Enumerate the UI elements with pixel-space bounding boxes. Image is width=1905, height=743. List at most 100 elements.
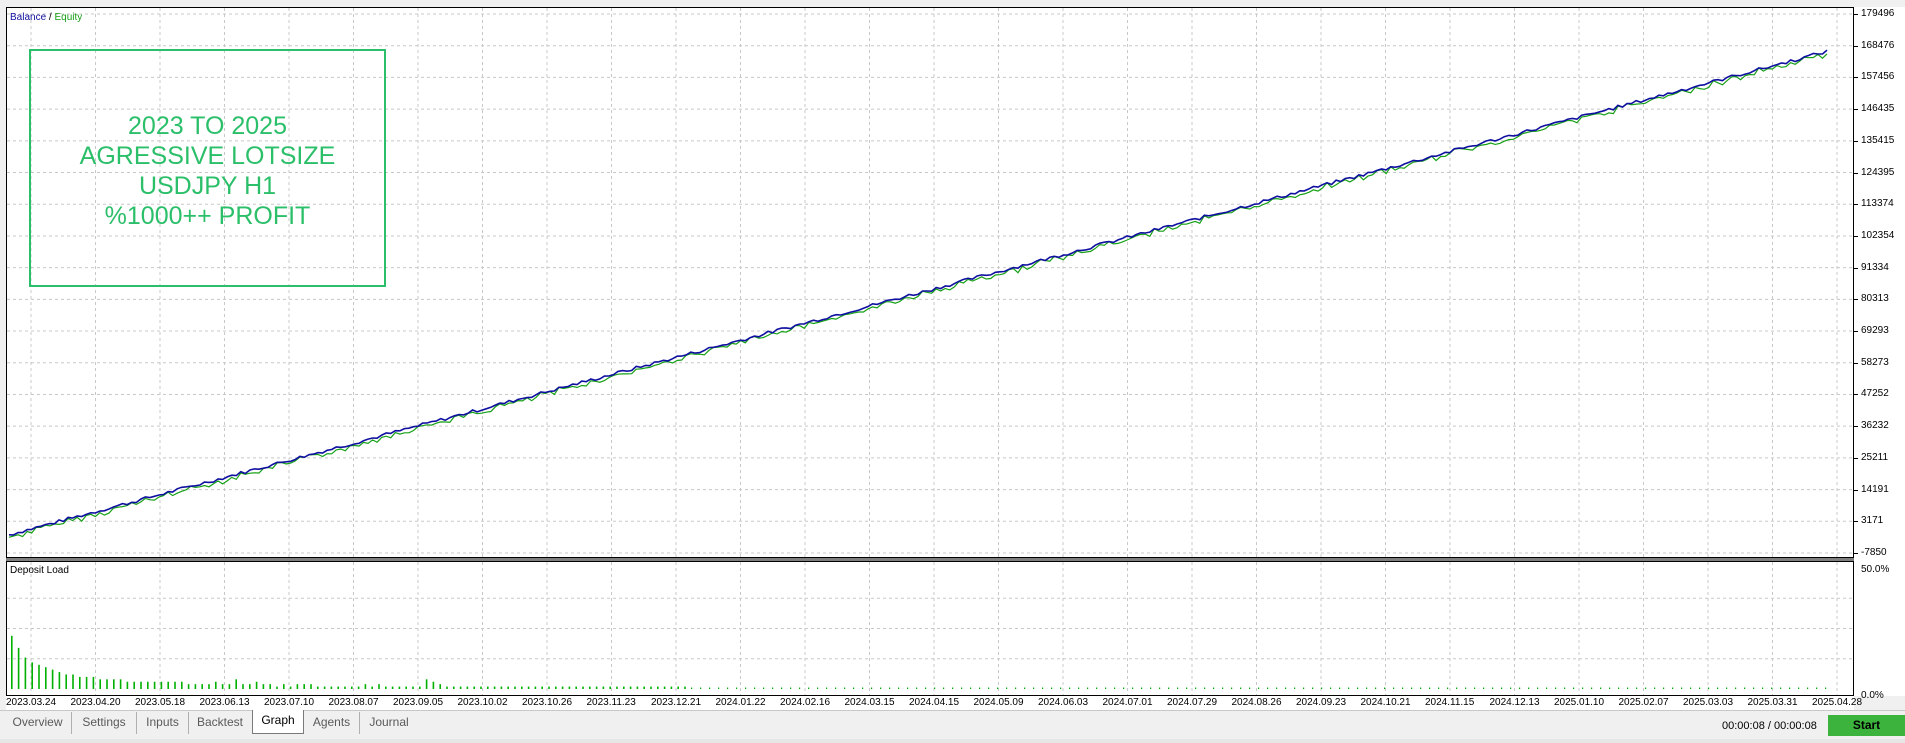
deposit-load-bar [113, 679, 115, 689]
deposit-load-bar [235, 679, 237, 689]
deposit-load-bar [898, 687, 900, 689]
deposit-load-bar [296, 684, 299, 689]
deposit-load-bar [1294, 687, 1296, 689]
deposit-load-bar [609, 686, 611, 689]
deposit-load-bar [1375, 687, 1377, 689]
y-tick-mark [1854, 45, 1858, 47]
deposit-load-bar [1366, 687, 1368, 689]
deposit-load-bar [781, 687, 783, 689]
deposit-load-bar [1600, 687, 1602, 689]
deposit-load-chart: Deposit Load [6, 561, 1854, 696]
y-tick-label: -7850 [1861, 547, 1887, 558]
deposit-load-bar [1618, 687, 1620, 689]
deposit-load-bar [1114, 687, 1116, 689]
deposit-load-bar [582, 686, 584, 689]
deposit-load-bar [323, 686, 326, 689]
deposit-load-bar [1168, 687, 1170, 689]
tab-journal[interactable]: Journal [360, 712, 418, 734]
deposit-load-bar [1726, 687, 1728, 689]
deposit-load-bar [1204, 687, 1206, 689]
deposit-load-bar [1744, 687, 1746, 689]
start-button[interactable]: Start [1828, 715, 1905, 736]
deposit-load-bar [221, 684, 224, 689]
deposit-load-bar [826, 687, 828, 689]
deposit-load-bar [351, 686, 353, 689]
deposit-load-bar [65, 674, 67, 689]
tab-backtest[interactable]: Backtest [189, 712, 251, 734]
tab-graph[interactable]: Graph [252, 710, 304, 734]
x-tick-label: 2024.02.16 [780, 697, 831, 708]
deposit-load-bar [1663, 687, 1665, 689]
deposit-load-bar [514, 686, 516, 689]
annotation-text: 2023 TO 2025 AGRESSIVE LOTSIZE USDJPY H1… [31, 111, 384, 231]
x-tick-label: 2023.04.20 [70, 697, 121, 708]
deposit-load-bar [677, 686, 679, 689]
x-tick-label: 2025.04.28 [1812, 697, 1863, 708]
tab-inputs[interactable]: Inputs [137, 712, 189, 734]
deposit-load-bar [500, 686, 503, 689]
deposit-load-bar [907, 687, 909, 689]
deposit-load-bar [1555, 687, 1557, 689]
x-tick-label: 2023.10.26 [522, 697, 573, 708]
deposit-load-bar [970, 687, 972, 689]
deposit-load-bar [11, 635, 13, 689]
deposit-load-bar [391, 686, 394, 689]
y-tick-label: 80313 [1861, 293, 1889, 305]
y-tick-label: 168476 [1861, 39, 1895, 51]
deposit-load-bar [943, 687, 945, 689]
deposit-load-bar [1519, 687, 1521, 689]
deposit-load-bar [691, 687, 693, 689]
deposit-load-bar [1015, 687, 1017, 689]
deposit-load-bar [17, 647, 20, 689]
y-tick-mark [1854, 553, 1858, 554]
deposit-load-bar [1123, 687, 1125, 689]
deposit-load-bar [507, 686, 509, 689]
deposit-load-bar [835, 687, 837, 689]
deposit-load-bar [1411, 687, 1413, 689]
deposit-load-bar [425, 679, 428, 689]
tab-settings[interactable]: Settings [72, 712, 137, 734]
annotation-box: 2023 TO 2025 AGRESSIVE LOTSIZE USDJPY H1… [29, 49, 386, 287]
tab-agents[interactable]: Agents [304, 712, 360, 734]
deposit-load-bar [160, 681, 163, 689]
deposit-load-bar [521, 686, 523, 689]
deposit-load-bar [1762, 687, 1764, 689]
deposit-load-bar [99, 679, 101, 689]
deposit-load-bar [1510, 687, 1512, 689]
date-axis: 2023.03.24 2023.04.20 2023.05.18 2023.06.13… [6, 696, 1862, 710]
deposit-load-bar [663, 686, 666, 689]
deposit-load-bar [317, 686, 319, 689]
deposit-load-bar [754, 687, 756, 689]
deposit-load-bar [1159, 687, 1161, 689]
deposit-load-bar [459, 686, 462, 689]
deposit-load-bar [1231, 687, 1233, 689]
deposit-load-bar [228, 684, 231, 689]
x-tick-label: 2025.03.31 [1747, 697, 1798, 708]
deposit-load-bar [1564, 687, 1566, 689]
deposit-load-bar [595, 686, 598, 689]
deposit-load-bar [1087, 687, 1089, 689]
y-tick-mark [1854, 331, 1858, 333]
deposit-load-bar [1429, 687, 1431, 689]
deposit-load-bar [262, 684, 265, 689]
y-tick-label: 14191 [1861, 483, 1889, 495]
deposit-load-plot [7, 562, 1853, 695]
deposit-load-bar [1006, 687, 1008, 689]
x-tick-label: 2024.11.15 [1425, 697, 1475, 708]
deposit-load-bar [1582, 687, 1584, 689]
deposit-load-bar [147, 681, 149, 689]
deposit-load-bar [808, 687, 810, 689]
y-tick-mark [1854, 394, 1858, 396]
deposit-load-bar [174, 681, 176, 689]
deposit-load-bar [736, 687, 738, 689]
deposit-load-bar [446, 686, 448, 689]
deposit-load-bar [1717, 687, 1719, 689]
deposit-load-bar [119, 679, 122, 689]
deposit-load-bar [1276, 687, 1278, 689]
deposit-load-bar [242, 684, 244, 689]
tab-overview[interactable]: Overview [4, 712, 72, 734]
x-tick-label: 2024.05.09 [973, 697, 1024, 708]
deposit-load-bar [1753, 687, 1755, 689]
deposit-load-bar [1609, 687, 1611, 689]
deposit-load-bar [187, 684, 190, 689]
